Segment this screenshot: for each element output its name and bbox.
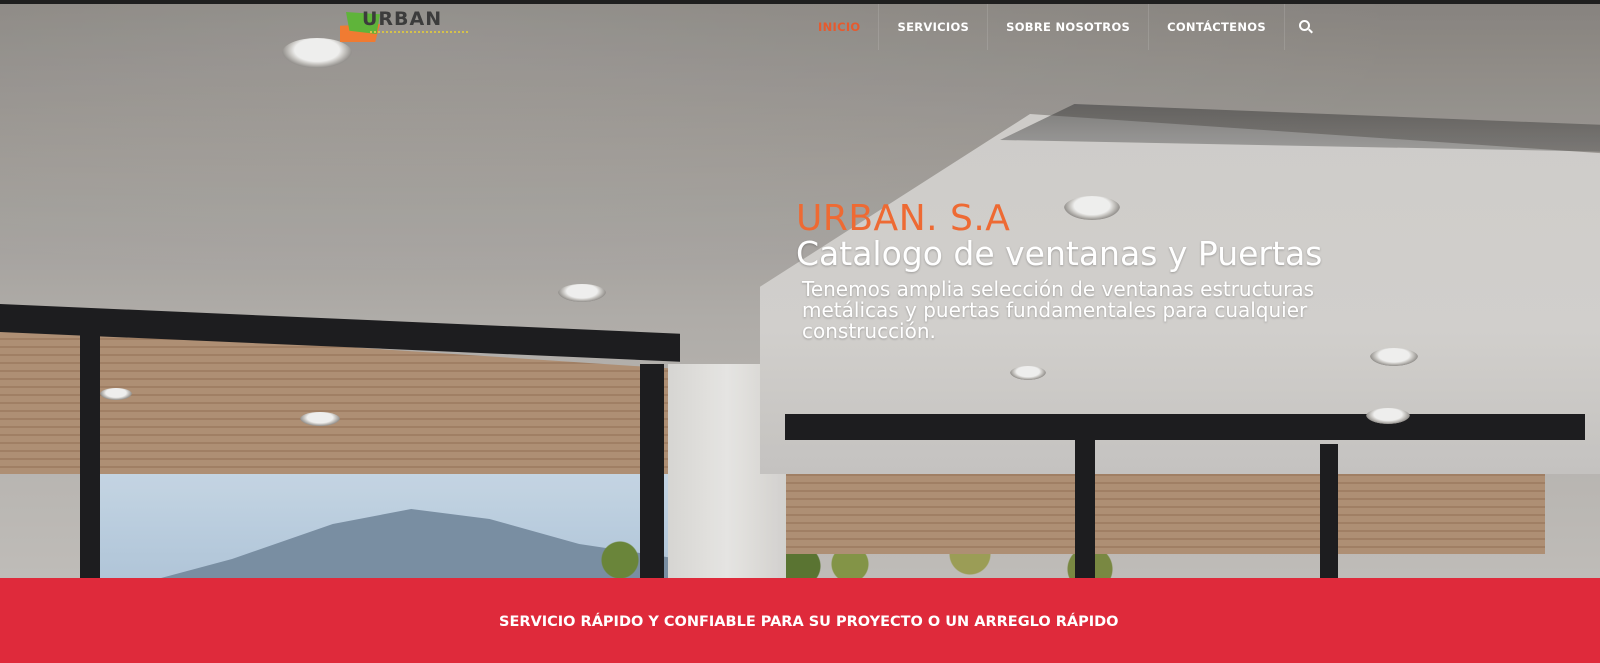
hero-headline: Catalogo de ventanas y Puertas (796, 234, 1323, 273)
nav-item-inicio[interactable]: INICIO (818, 4, 880, 50)
hero-brand: URBAN. S.A (796, 198, 1011, 239)
nav-item-sobre-nosotros[interactable]: SOBRE NOSOTROS (988, 4, 1150, 50)
nav-item-servicios[interactable]: SERVICIOS (879, 4, 989, 50)
site-header: URBAN INICIO SERVICIOS SOBRE NOSOTROS CO… (0, 4, 1600, 52)
main-nav: INICIO SERVICIOS SOBRE NOSOTROS CONTÁCTE… (818, 4, 1321, 50)
hero-description: Tenemos amplia selección de ventanas est… (802, 277, 1315, 343)
logo-text: URBAN (362, 8, 443, 30)
hero-text: URBAN. S.A Catalogo de ventanas y Puerta… (796, 199, 1322, 342)
nav-item-contactenos[interactable]: CONTÁCTENOS (1149, 4, 1285, 50)
search-icon[interactable] (1285, 4, 1321, 50)
promo-banner: SERVICIO RÁPIDO Y CONFIABLE PARA SU PROY… (0, 578, 1600, 663)
banner-text: SERVICIO RÁPIDO Y CONFIABLE PARA SU PROY… (499, 614, 1119, 630)
page: URBAN INICIO SERVICIOS SOBRE NOSOTROS CO… (0, 0, 1600, 663)
logo-dotted-line (370, 31, 470, 33)
site-logo[interactable]: URBAN (340, 8, 476, 44)
search-icon-handle (1307, 28, 1313, 34)
